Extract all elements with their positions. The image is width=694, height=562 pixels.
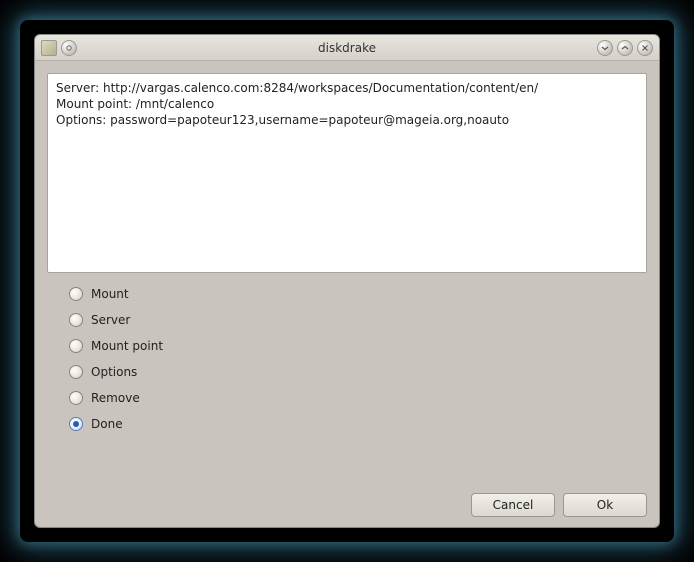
radio-options[interactable]: Options: [69, 365, 647, 379]
radio-mount-point[interactable]: Mount point: [69, 339, 647, 353]
minimize-button[interactable]: [597, 40, 613, 56]
window-title: diskdrake: [35, 41, 659, 55]
radio-server[interactable]: Server: [69, 313, 647, 327]
ok-button[interactable]: Ok: [563, 493, 647, 517]
radio-mount[interactable]: Mount: [69, 287, 647, 301]
button-label: Cancel: [493, 498, 534, 512]
radio-done[interactable]: Done: [69, 417, 647, 431]
radio-label: Server: [91, 313, 130, 327]
app-icon: [41, 40, 57, 56]
cancel-button[interactable]: Cancel: [471, 493, 555, 517]
radio-remove[interactable]: Remove: [69, 391, 647, 405]
button-row: Cancel Ok: [47, 483, 647, 517]
maximize-button[interactable]: [617, 40, 633, 56]
info-line: Options: password=papoteur123,username=p…: [56, 113, 509, 127]
radio-icon: [69, 313, 83, 327]
radio-label: Done: [91, 417, 123, 431]
close-button[interactable]: [637, 40, 653, 56]
radio-label: Mount: [91, 287, 129, 301]
dialog-window: diskdrake Server: http://vargas.calenco.…: [34, 34, 660, 528]
radio-label: Options: [91, 365, 137, 379]
radio-icon: [69, 365, 83, 379]
radio-icon: [69, 287, 83, 301]
radio-label: Remove: [91, 391, 140, 405]
radio-icon: [69, 417, 83, 431]
info-line: Server: http://vargas.calenco.com:8284/w…: [56, 81, 538, 95]
radio-icon: [69, 339, 83, 353]
info-line: Mount point: /mnt/calenco: [56, 97, 214, 111]
button-label: Ok: [597, 498, 613, 512]
sticky-button[interactable]: [61, 40, 77, 56]
action-radio-group: Mount Server Mount point Options Remove: [69, 287, 647, 431]
radio-icon: [69, 391, 83, 405]
dialog-content: Server: http://vargas.calenco.com:8284/w…: [35, 61, 659, 527]
radio-label: Mount point: [91, 339, 163, 353]
info-textbox[interactable]: Server: http://vargas.calenco.com:8284/w…: [47, 73, 647, 273]
titlebar: diskdrake: [35, 35, 659, 61]
